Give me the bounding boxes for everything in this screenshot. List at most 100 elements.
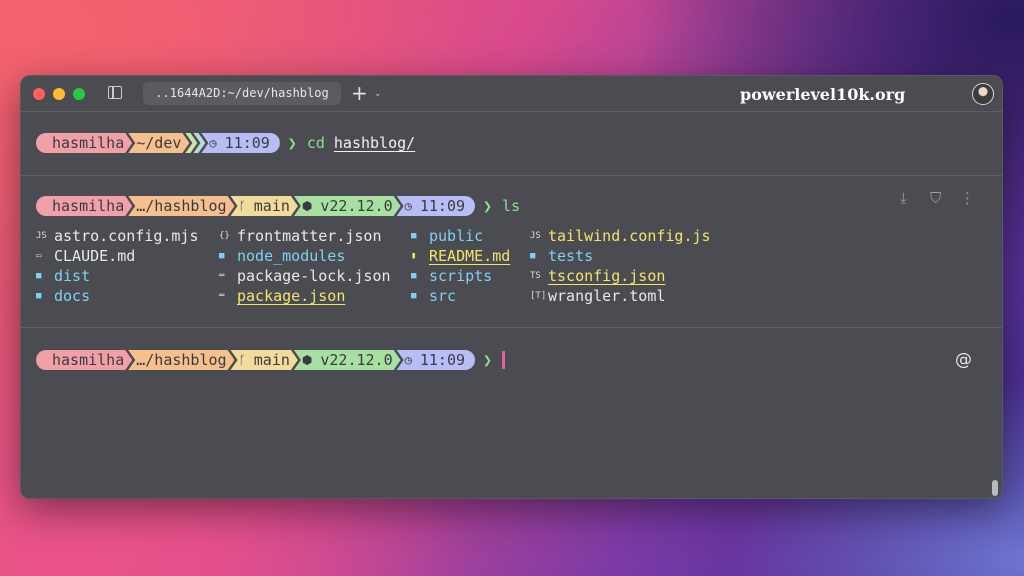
clock-icon: ◷	[404, 353, 412, 367]
node-segment: ⬢ v22.12.0	[294, 196, 401, 216]
time-segment: ◷ 11:09	[396, 196, 476, 216]
folder-icon: ■	[530, 251, 536, 261]
folder-name: tests	[548, 247, 594, 265]
prompt-block-3[interactable]: hasmilha …/hashblog ᚴ main ⬢ v22.12.0 ◷ …	[36, 349, 506, 371]
list-item[interactable]: ■ tests	[530, 247, 593, 265]
filter-icon[interactable]: ⛉	[930, 189, 941, 207]
dir-segment: …/hashblog	[128, 196, 234, 216]
list-item[interactable]: ■ src	[411, 287, 456, 305]
folder-name: dist	[54, 267, 91, 285]
prompt-caret: ❯	[287, 134, 297, 152]
user-segment: hasmilha	[36, 350, 132, 370]
command-text: ls	[502, 197, 521, 215]
file-name: astro.config.mjs	[54, 227, 199, 245]
prompt-caret: ❯	[483, 197, 493, 215]
folder-icon: ■	[411, 231, 417, 241]
list-item[interactable]: ■ public	[411, 227, 483, 245]
brand-label: powerlevel10k.org	[740, 85, 906, 104]
list-item[interactable]: [T] wrangler.toml	[530, 287, 665, 305]
dir-segment: ~/dev	[128, 133, 189, 153]
chevron-down-icon[interactable]: ⌄	[374, 84, 382, 104]
list-item[interactable]: ■ dist	[36, 267, 90, 285]
json-file-icon: {}	[219, 231, 230, 241]
list-item[interactable]: ═ package-lock.json	[219, 267, 391, 285]
dir-path: …/hashblog	[136, 197, 227, 215]
clock-icon: ◷	[404, 199, 412, 213]
git-segment: ᚴ main	[231, 350, 298, 370]
user-name: hasmilha	[52, 197, 125, 215]
markdown-file-icon: ▭	[36, 251, 42, 261]
readme-file-icon: ▮	[411, 251, 417, 261]
list-item[interactable]: ▮ README.md	[411, 247, 510, 265]
folder-icon: ■	[36, 291, 42, 301]
file-name: README.md	[429, 247, 511, 265]
list-item[interactable]: ═ package.json	[219, 287, 345, 305]
git-branch-icon: ᚴ	[238, 199, 246, 213]
dir-path: ~/dev	[136, 134, 182, 152]
file-name: wrangler.toml	[548, 287, 666, 305]
list-item[interactable]: ■ node_modules	[219, 247, 345, 265]
node-version: v22.12.0	[320, 351, 393, 369]
file-name: CLAUDE.md	[54, 247, 136, 265]
new-tab-button[interactable]: +	[351, 81, 368, 105]
tab-active[interactable]: ..1644A2D:~/dev/hashblog	[143, 82, 341, 105]
node-version: v22.12.0	[320, 197, 393, 215]
block-divider	[20, 175, 1003, 176]
time-segment: ◷ 11:09	[201, 133, 280, 153]
time-value: 11:09	[224, 134, 270, 152]
sidebar-toggle-icon[interactable]	[108, 86, 122, 99]
list-item[interactable]: ▭ CLAUDE.md	[36, 247, 135, 265]
dir-path: …/hashblog	[136, 351, 227, 369]
folder-name: scripts	[429, 267, 493, 285]
list-item[interactable]: JS tailwind.config.js	[530, 227, 711, 245]
avatar[interactable]	[972, 83, 994, 105]
command-arg[interactable]: hashblog/	[334, 134, 415, 152]
lock-file-icon: ═	[219, 271, 225, 281]
node-icon: ⬢	[301, 199, 313, 213]
titlebar-divider	[20, 111, 1003, 112]
folder-icon: ■	[411, 271, 417, 281]
folder-icon: ■	[36, 271, 42, 281]
terminal-window: ..1644A2D:~/dev/hashblog + ⌄ powerlevel1…	[20, 75, 1003, 499]
file-name: package.json	[237, 287, 346, 305]
node-icon: ⬢	[301, 353, 313, 367]
ts-file-icon: TS	[530, 271, 541, 281]
list-item[interactable]: ■ scripts	[411, 267, 492, 285]
download-icon[interactable]: ⤓	[900, 189, 907, 207]
file-name: tsconfig.json	[548, 267, 666, 285]
time-value: 11:09	[419, 197, 466, 215]
command-text: cd	[306, 134, 325, 152]
list-item[interactable]: TS tsconfig.json	[530, 267, 665, 285]
folder-icon: ■	[411, 291, 417, 301]
file-name: frontmatter.json	[237, 227, 382, 245]
user-segment: hasmilha	[36, 133, 132, 153]
user-name: hasmilha	[52, 351, 125, 369]
git-segment: ᚴ main	[231, 196, 298, 216]
node-segment: ⬢ v22.12.0	[294, 350, 401, 370]
git-branch: main	[253, 197, 290, 215]
user-name: hasmilha	[52, 134, 125, 152]
folder-name: public	[429, 227, 484, 245]
time-value: 11:09	[419, 351, 466, 369]
js-file-icon: JS	[530, 231, 541, 241]
title-bar: ..1644A2D:~/dev/hashblog + ⌄ powerlevel1…	[20, 75, 1003, 111]
minimize-button[interactable]	[53, 88, 65, 100]
close-button[interactable]	[33, 88, 45, 100]
folder-name: docs	[54, 287, 91, 305]
list-item[interactable]: ■ docs	[36, 287, 90, 305]
folder-name: node_modules	[237, 247, 346, 265]
scrollbar-thumb[interactable]	[992, 480, 998, 496]
folder-name: src	[429, 287, 457, 305]
folder-icon: ■	[219, 251, 225, 261]
list-item[interactable]: JS astro.config.mjs	[36, 227, 199, 245]
file-name: tailwind.config.js	[548, 227, 711, 245]
prompt-block-1: hasmilha ~/dev ◷ 11:09 ❯ cd hashblog/	[36, 132, 415, 154]
more-options-icon[interactable]: ⋮	[960, 189, 975, 207]
list-item[interactable]: {} frontmatter.json	[219, 227, 382, 245]
maximize-button[interactable]	[73, 88, 85, 100]
at-mention-icon[interactable]: @	[955, 350, 972, 370]
user-segment: hasmilha	[36, 196, 132, 216]
prompt-block-2: hasmilha …/hashblog ᚴ main ⬢ v22.12.0 ◷ …	[36, 195, 520, 217]
text-cursor[interactable]	[502, 351, 506, 369]
block-divider	[20, 327, 1003, 328]
